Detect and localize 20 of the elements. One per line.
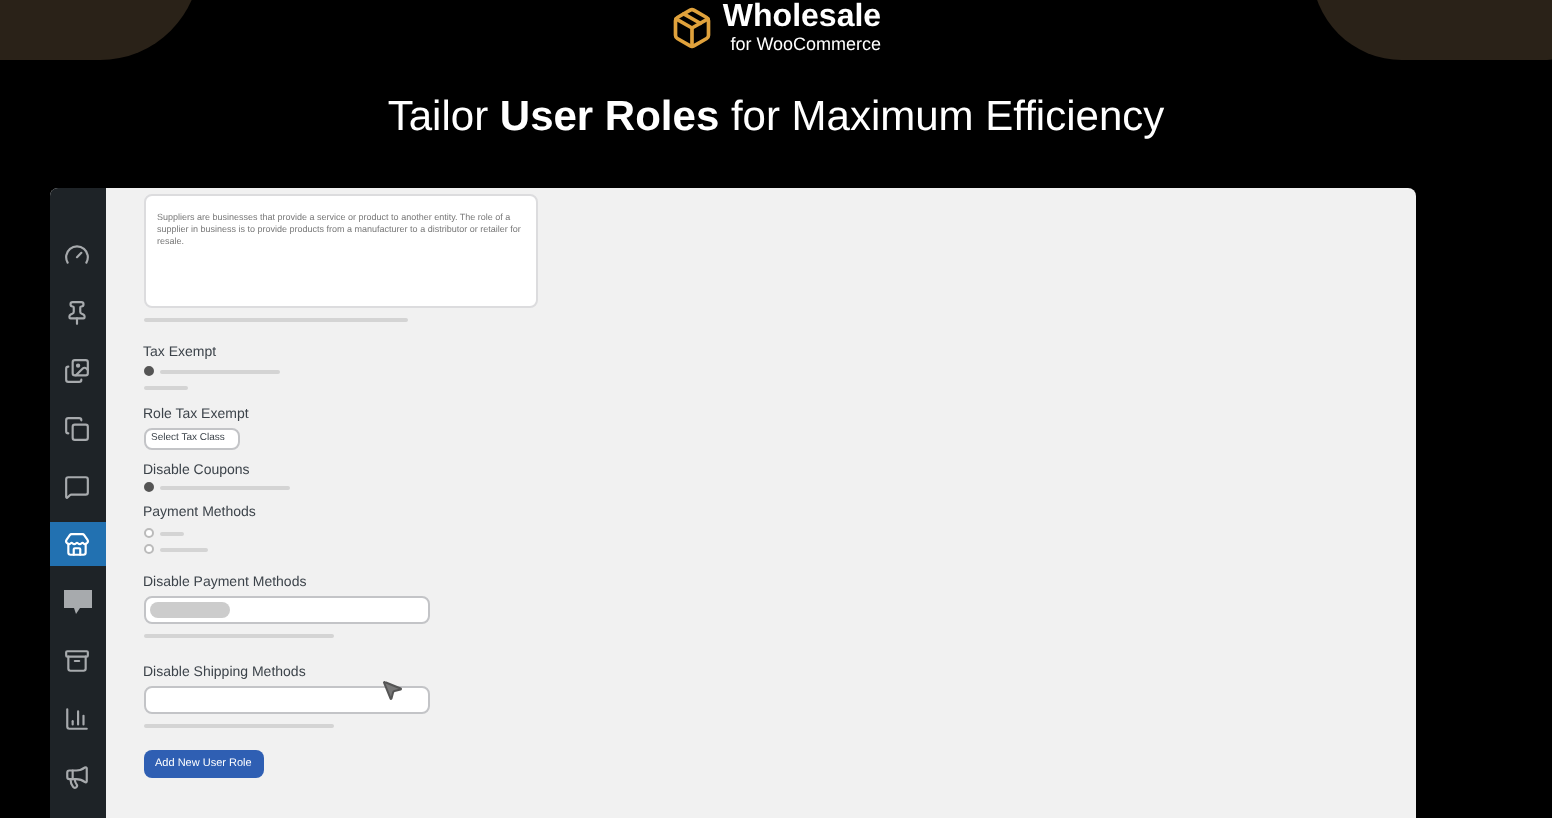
- pages-icon: [64, 415, 90, 441]
- shipping-methods-field[interactable]: [143, 686, 429, 714]
- archive-icon: [64, 647, 90, 673]
- logo-subtitle: for WooCommerce: [730, 34, 882, 54]
- radio-button[interactable]: [143, 366, 153, 376]
- boxes-logo-icon: [670, 6, 715, 50]
- store-icon: [64, 531, 90, 557]
- bar-chart-icon: [64, 705, 90, 731]
- media-icon: [64, 357, 90, 383]
- radio-button[interactable]: [143, 482, 153, 492]
- headline: Tailor User Roles for Maximum Efficiency: [387, 94, 1165, 142]
- radio-button[interactable]: [143, 528, 153, 538]
- logo-title: Wholesale: [722, 2, 882, 34]
- mouse-cursor-icon: [379, 678, 403, 702]
- gauge-icon: [64, 241, 90, 267]
- sidebar-item[interactable]: [49, 522, 105, 566]
- comment-icon: [64, 473, 90, 499]
- radio-button[interactable]: [143, 544, 153, 554]
- pin-icon: [64, 299, 90, 325]
- megaphone-icon: [64, 763, 90, 789]
